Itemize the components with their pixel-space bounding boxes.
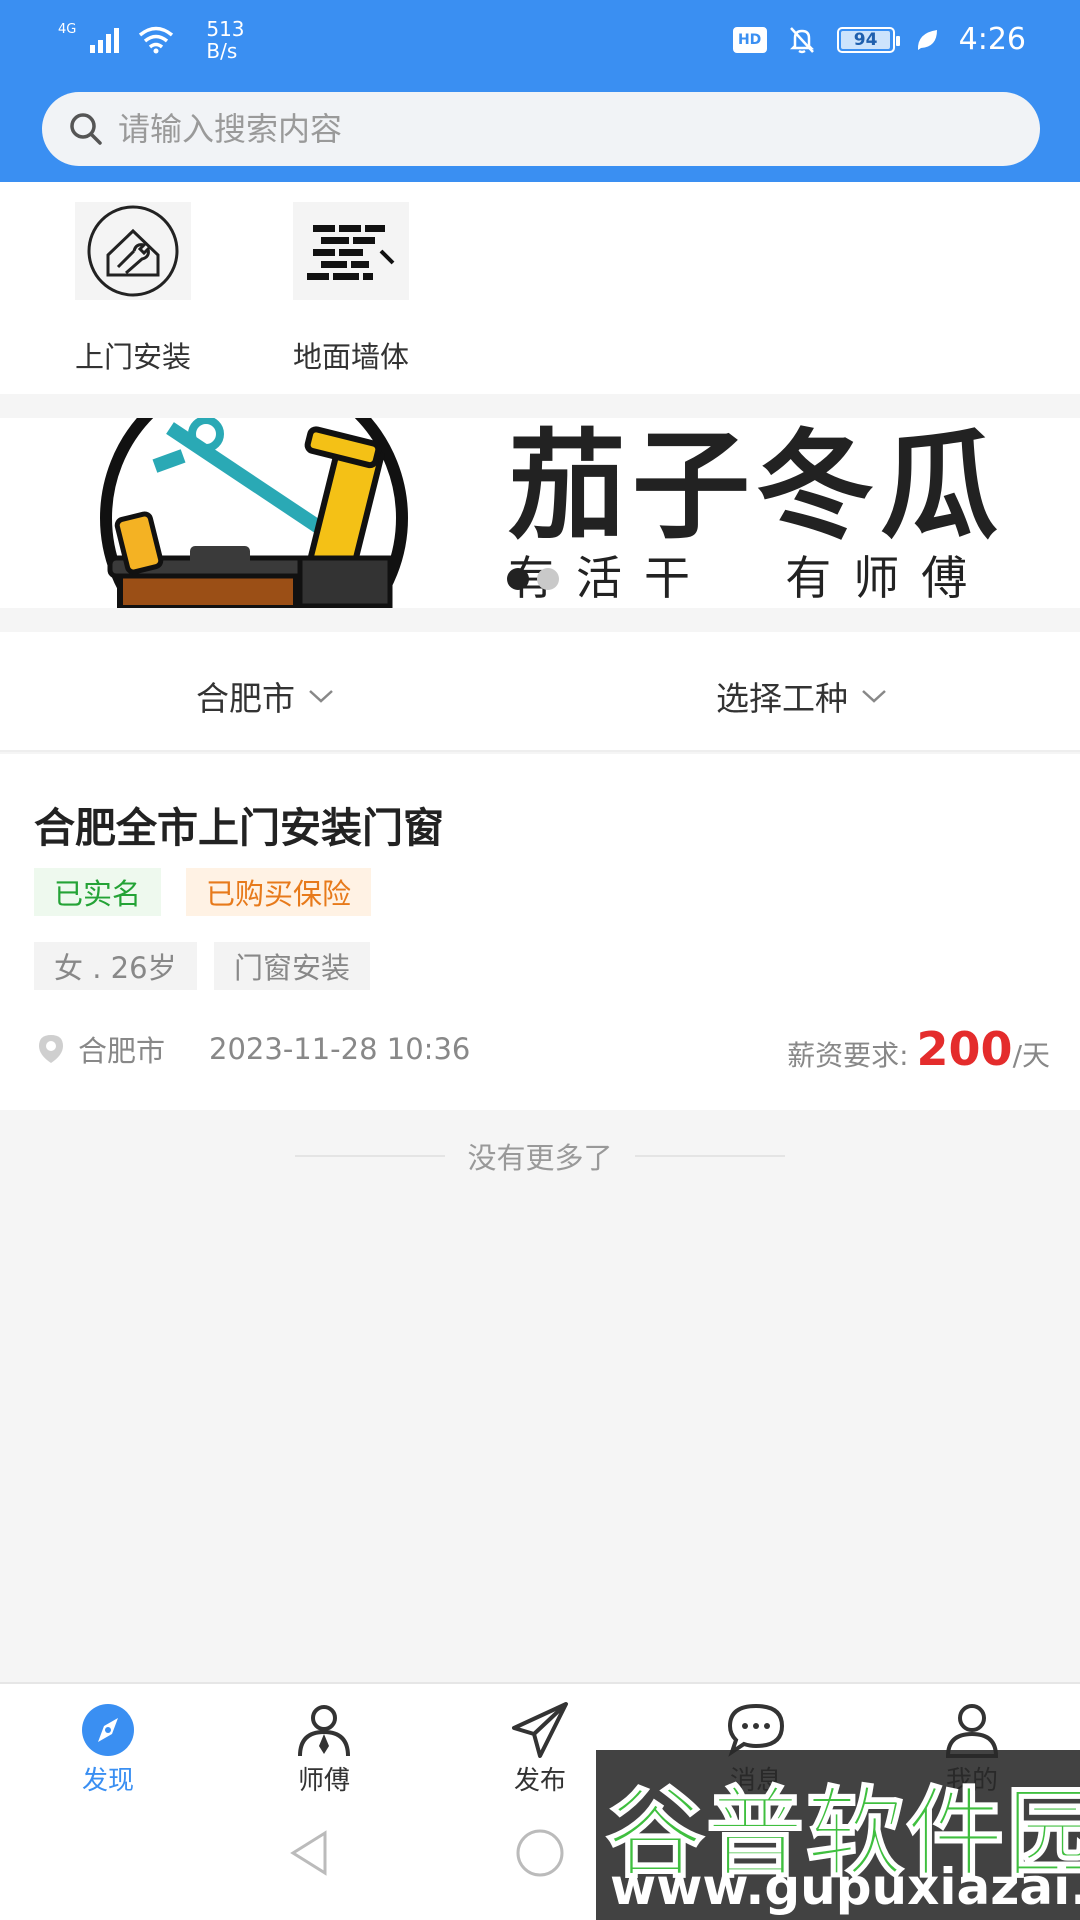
compass-icon [82, 1704, 134, 1756]
salary-unit: /天 [1012, 1039, 1050, 1072]
network-speed: 513 B/s [206, 17, 245, 63]
category-grid: 上门安装 地面墙体 [0, 182, 1080, 394]
tab-discover[interactable]: 发现 [33, 1702, 183, 1797]
trade-filter[interactable]: 选择工种 [716, 672, 888, 720]
list-end-indicator: 没有更多了 [0, 1130, 1080, 1182]
carousel-dots [507, 568, 559, 590]
trade-tag: 门窗安装 [214, 942, 371, 990]
location-pin-icon [39, 1035, 63, 1063]
tab-label: 发现 [81, 1766, 134, 1796]
status-left: 4G 513 B/s [58, 18, 245, 62]
status-bar: 4G 513 B/s HD 94 4:26 [0, 0, 1080, 88]
carousel-dot-active[interactable] [507, 568, 529, 590]
job-footer: 合肥市 2023-11-28 10:36 薪资要求: 200 /天 [34, 1022, 1050, 1076]
verified-badge: 已实名 [34, 868, 162, 916]
battery-icon: 94 [836, 26, 900, 53]
leaf-icon [917, 29, 937, 50]
divider [634, 1155, 785, 1157]
city-filter[interactable]: 合肥市 [196, 672, 335, 720]
job-location: 合肥市 [78, 1034, 166, 1068]
worker-icon [298, 1705, 350, 1757]
job-card[interactable]: 合肥全市上门安装门窗 已实名 已购买保险 女 . 26岁 门窗安装 合肥市 20… [0, 754, 1080, 1110]
search-bar[interactable] [42, 92, 1040, 166]
job-datetime: 2023-11-28 10:36 [209, 1032, 471, 1066]
chevron-down-icon [862, 690, 886, 703]
house-wrench-icon [75, 202, 191, 300]
watermark-url: www.gupuxiazai.com [610, 1858, 1080, 1916]
signal-icon [90, 28, 120, 53]
mute-bell-icon [789, 26, 814, 53]
brick-wall-icon [293, 202, 409, 300]
salary: 薪资要求: 200 /天 [787, 1022, 1050, 1076]
battery-level: 94 [853, 29, 878, 50]
back-icon[interactable] [285, 1828, 335, 1878]
category-label: 地面墙体 [292, 340, 409, 374]
status-right: HD 94 4:26 [732, 22, 1026, 57]
tab-label: 发布 [513, 1766, 566, 1796]
category-home-install[interactable]: 上门安装 [33, 202, 233, 376]
category-floor-wall[interactable]: 地面墙体 [251, 202, 451, 376]
search-header [0, 88, 1080, 182]
network-type: 4G [58, 22, 77, 37]
city-filter-label: 合肥市 [196, 679, 295, 718]
tab-masters[interactable]: 师傅 [249, 1702, 399, 1797]
gender-age-tag: 女 . 26岁 [34, 942, 197, 990]
search-input[interactable] [118, 110, 1018, 148]
banner-title: 茄子冬瓜 [508, 418, 1005, 555]
job-title: 合肥全市上门安装门窗 [34, 804, 444, 852]
wifi-icon [139, 26, 174, 54]
list-end-text: 没有更多了 [467, 1141, 613, 1175]
category-label: 上门安装 [74, 340, 191, 374]
tools-logo-icon [100, 418, 408, 608]
salary-label: 薪资要求: [787, 1039, 909, 1072]
hd-icon: HD [732, 26, 767, 53]
divider [295, 1155, 446, 1157]
filter-bar: 合肥市 选择工种 [0, 632, 1080, 752]
carousel-dot[interactable] [537, 568, 559, 590]
search-icon [70, 113, 102, 145]
banner-subtitle: 有活干 有师傅 [508, 551, 990, 605]
home-icon[interactable] [514, 1828, 566, 1878]
chevron-down-icon [309, 690, 333, 703]
tab-publish[interactable]: 发布 [465, 1702, 615, 1797]
clock: 4:26 [958, 22, 1026, 57]
tab-label: 师傅 [297, 1766, 350, 1796]
trade-filter-label: 选择工种 [716, 679, 848, 718]
promo-banner[interactable]: 茄子冬瓜 有活干 有师傅 [0, 418, 1080, 608]
salary-value: 200 [916, 1022, 1013, 1076]
send-icon [512, 1702, 568, 1758]
watermark-logo: 谷普软件园 www.gupuxiazai.com [596, 1750, 1080, 1920]
insured-badge: 已购买保险 [186, 868, 372, 916]
